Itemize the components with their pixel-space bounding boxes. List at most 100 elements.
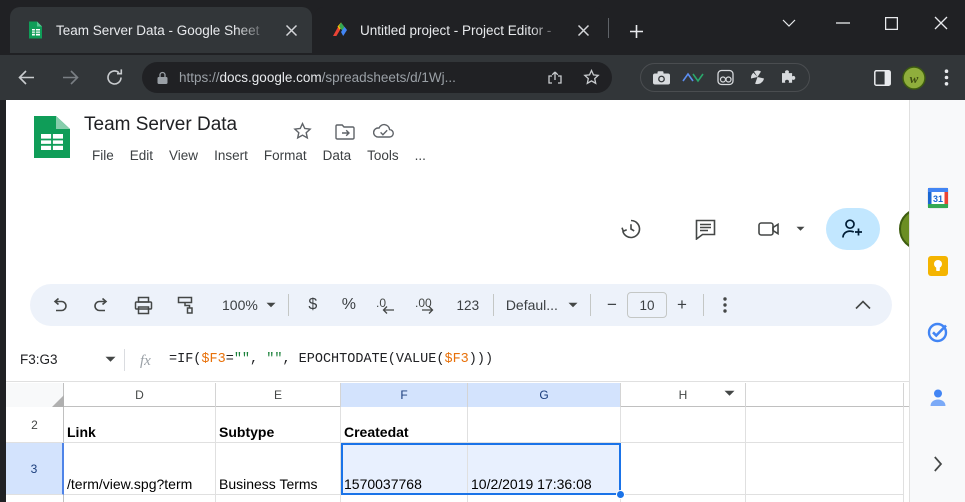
- star-icon[interactable]: [578, 65, 604, 91]
- more-formats-button[interactable]: 123: [449, 290, 487, 320]
- decrease-font-size-button[interactable]: −: [597, 290, 627, 320]
- puzzle-icon[interactable]: [775, 65, 803, 91]
- radiation-icon[interactable]: [743, 65, 771, 91]
- cell-X2[interactable]: [746, 407, 904, 443]
- share-icon[interactable]: [542, 65, 568, 91]
- menu-format[interactable]: Format: [256, 145, 315, 166]
- cell-H3[interactable]: [621, 443, 746, 495]
- wave-icon[interactable]: [679, 65, 707, 91]
- share-button[interactable]: [826, 208, 880, 250]
- select-all-corner[interactable]: [6, 383, 64, 407]
- cell-E2[interactable]: Subtype: [216, 407, 341, 443]
- undo-button[interactable]: [44, 290, 74, 320]
- browser-tab-sheets[interactable]: Team Server Data - Google Sheet: [10, 7, 312, 53]
- function-icon[interactable]: fx: [125, 351, 169, 369]
- cookies-icon[interactable]: [711, 65, 739, 91]
- currency-format-button[interactable]: $: [295, 290, 331, 320]
- new-tab-button[interactable]: [622, 17, 650, 45]
- cell-F2[interactable]: Createdat: [341, 407, 468, 443]
- move-to-folder-icon[interactable]: [333, 119, 357, 143]
- tab-strip: Team Server Data - Google Sheet Untitled…: [0, 0, 965, 55]
- meet-camera-icon[interactable]: [754, 212, 788, 246]
- cell-D2[interactable]: Link: [64, 407, 216, 443]
- camera-icon[interactable]: [647, 65, 675, 91]
- forward-button[interactable]: [52, 60, 88, 96]
- star-icon[interactable]: [290, 119, 314, 143]
- back-button[interactable]: [8, 60, 44, 96]
- menu-edit[interactable]: Edit: [122, 145, 161, 166]
- increase-font-size-button[interactable]: +: [667, 290, 697, 320]
- cell-H2[interactable]: [621, 407, 746, 443]
- cell-X3[interactable]: [746, 443, 904, 495]
- chevron-down-icon[interactable]: [96, 356, 124, 363]
- cell-E3[interactable]: Business Terms: [216, 443, 341, 495]
- browser-toolbar: https://docs.google.com/spreadsheets/d/1…: [0, 55, 965, 100]
- google-tasks-icon[interactable]: [926, 320, 950, 344]
- cell-F3[interactable]: 1570037768: [341, 443, 468, 495]
- cloud-saved-icon[interactable]: [372, 119, 396, 143]
- more-options-button[interactable]: [710, 290, 740, 320]
- google-calendar-icon[interactable]: 31: [926, 186, 950, 210]
- zoom-selector[interactable]: 100%: [216, 290, 282, 320]
- menu-insert[interactable]: Insert: [206, 145, 256, 166]
- side-panel-icon[interactable]: [867, 63, 897, 92]
- font-size-input[interactable]: 10: [626, 292, 667, 318]
- increase-decimal-button[interactable]: .00: [407, 290, 449, 320]
- column-menu-arrow-icon[interactable]: [724, 390, 735, 397]
- font-selector[interactable]: Defaul...: [500, 290, 584, 320]
- row-header-4[interactable]: 4: [6, 495, 64, 502]
- google-keep-icon[interactable]: [926, 254, 950, 278]
- cell-X4[interactable]: [746, 495, 904, 502]
- cell-G2[interactable]: [468, 407, 621, 443]
- row-header-3[interactable]: 3: [6, 443, 64, 495]
- version-history-icon[interactable]: [614, 212, 648, 246]
- google-sheets-icon: [26, 20, 46, 40]
- close-icon[interactable]: [572, 19, 594, 41]
- print-button[interactable]: [128, 290, 158, 320]
- column-header-G[interactable]: G: [468, 383, 621, 407]
- profile-avatar[interactable]: w: [899, 63, 929, 92]
- column-header-F[interactable]: F: [341, 383, 468, 407]
- cell-D3[interactable]: /term/view.spg?term: [64, 443, 216, 495]
- expand-side-panel-icon[interactable]: [926, 452, 950, 476]
- cell-E4[interactable]: Business Terms: [216, 495, 341, 502]
- page-title[interactable]: Team Server Data: [84, 114, 237, 136]
- column-header-blank[interactable]: [746, 383, 904, 407]
- collapse-toolbar-button[interactable]: [848, 290, 878, 320]
- formula-bar: F3:G3 fx =IF($F3="", "", EPOCHTODATE(VAL…: [6, 338, 965, 382]
- percent-format-button[interactable]: %: [331, 290, 367, 320]
- menu-tools[interactable]: Tools: [359, 145, 407, 166]
- comment-icon[interactable]: [688, 212, 722, 246]
- menu-file[interactable]: File: [84, 145, 122, 166]
- menu-more[interactable]: ...: [407, 145, 434, 166]
- address-bar[interactable]: https://docs.google.com/spreadsheets/d/1…: [142, 62, 612, 93]
- cell-G3[interactable]: 10/2/2019 17:36:08: [468, 443, 621, 495]
- chevron-down-icon[interactable]: [792, 212, 808, 246]
- cell-D4[interactable]: /term/view.spg?term: [64, 495, 216, 502]
- google-contacts-icon[interactable]: [926, 386, 950, 410]
- column-header-D[interactable]: D: [64, 383, 216, 407]
- column-header-H[interactable]: H: [621, 383, 746, 407]
- redo-button[interactable]: [86, 290, 116, 320]
- minimize-icon[interactable]: [818, 0, 867, 46]
- column-header-E[interactable]: E: [216, 383, 341, 407]
- chrome-menu-icon[interactable]: [931, 63, 961, 92]
- browser-tab-apps-script[interactable]: Untitled project - Project Editor -: [314, 7, 604, 53]
- maximize-icon[interactable]: [867, 0, 916, 46]
- cell-G4[interactable]: 10/2/2019 17:36:09: [468, 495, 621, 502]
- reload-button[interactable]: [96, 60, 132, 96]
- fill-handle[interactable]: [616, 490, 625, 499]
- close-icon[interactable]: [916, 0, 965, 46]
- close-icon[interactable]: [280, 19, 302, 41]
- row-header-2[interactable]: 2: [6, 407, 64, 443]
- paint-format-button[interactable]: [170, 290, 200, 320]
- cell-F4[interactable]: 1570037769: [341, 495, 468, 502]
- formula-input[interactable]: =IF($F3="", "", EPOCHTODATE(VALUE($F3))): [169, 352, 493, 367]
- menu-data[interactable]: Data: [315, 145, 360, 166]
- cell-H4[interactable]: [621, 495, 746, 502]
- chevron-down-icon[interactable]: [760, 0, 818, 46]
- name-box[interactable]: F3:G3: [6, 338, 124, 382]
- menu-view[interactable]: View: [161, 145, 206, 166]
- decrease-decimal-button[interactable]: .0: [367, 290, 407, 320]
- google-sheets-logo: [32, 115, 72, 159]
